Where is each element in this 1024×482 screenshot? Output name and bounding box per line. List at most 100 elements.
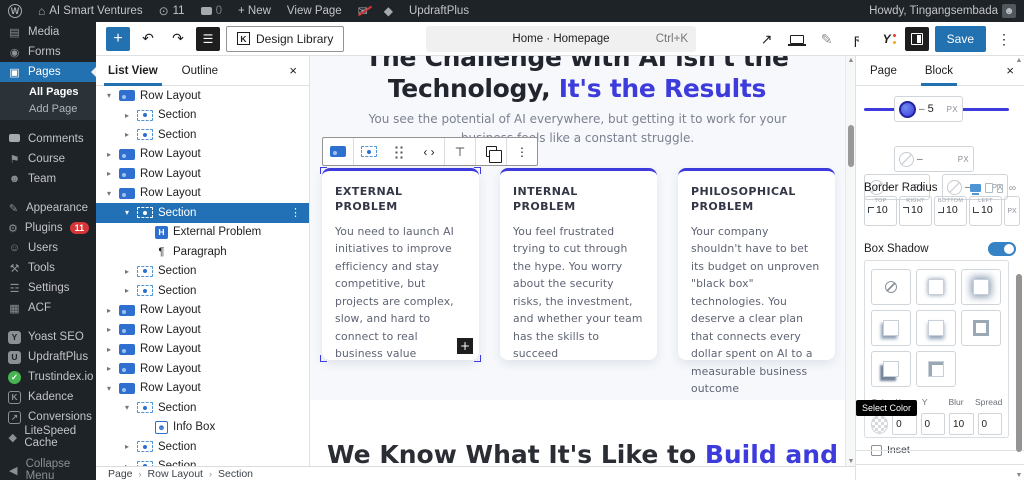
list-item-row-layout[interactable]: ▸Row Layout: [96, 145, 309, 165]
sidebar-item-comments[interactable]: Comments: [0, 129, 96, 149]
chevron-right-icon[interactable]: ▸: [122, 111, 132, 120]
item-options-icon[interactable]: ⋮: [288, 206, 303, 219]
shadow-preset-bottom[interactable]: [916, 310, 956, 346]
selection-handle[interactable]: [320, 355, 327, 362]
list-item-info-box[interactable]: ☻Info Box: [96, 418, 309, 438]
sidebar-item-trustindex-io[interactable]: ✓Trustindex.io: [0, 367, 96, 387]
sidebar-item-acf[interactable]: ▦ACF: [0, 298, 96, 318]
shadow-value-input-0[interactable]: 0: [892, 413, 916, 435]
sidebar-item-users[interactable]: ☺Users: [0, 238, 96, 258]
sidebar-item-plugins[interactable]: ⚙Plugins11: [0, 218, 96, 238]
list-item-section[interactable]: ▸Section: [96, 281, 309, 301]
list-item-section[interactable]: ▸Section: [96, 106, 309, 126]
sidebar-item-settings[interactable]: ☲Settings: [0, 278, 96, 298]
drag-handle[interactable]: [384, 138, 414, 165]
border-width-input[interactable]: 5: [928, 103, 944, 115]
shadow-preset-inset-corner[interactable]: [916, 351, 956, 387]
undo-button[interactable]: ↶: [136, 27, 160, 51]
scroll-down-icon[interactable]: ▼: [846, 458, 855, 465]
chevron-right-icon[interactable]: ▸: [122, 267, 132, 276]
selection-handle[interactable]: [320, 167, 327, 174]
shadow-color-swatch[interactable]: [871, 415, 888, 434]
chevron-right-icon[interactable]: ▸: [104, 325, 114, 334]
row-layout-parent-button[interactable]: [323, 138, 353, 165]
yoast-seo-icon[interactable]: Y: [875, 27, 899, 51]
sidebar-item-course[interactable]: ⚑Course: [0, 149, 96, 169]
sidebar-item-pages[interactable]: ▣Pages: [0, 62, 96, 82]
shadow-preset-none[interactable]: [871, 269, 911, 305]
radius-left-input[interactable]: LEFT10: [969, 196, 1002, 226]
external-link-icon[interactable]: ↗: [755, 27, 779, 51]
problem-card-1[interactable]: EXTERNAL PROBLEMYou need to launch AI in…: [322, 168, 479, 360]
sidebar-item-appearance[interactable]: ✎Appearance: [0, 198, 96, 218]
breadcrumb-section[interactable]: Section: [218, 468, 253, 480]
shadow-value-input-1[interactable]: 0: [921, 413, 945, 435]
list-item-section[interactable]: ▸Section: [96, 125, 309, 145]
litespeed-menu[interactable]: ◆: [376, 0, 401, 22]
tab-outline[interactable]: Outline: [170, 56, 230, 85]
inspector-scroll-down-icon[interactable]: ▼: [1015, 472, 1023, 479]
updates-menu[interactable]: ⊙11: [151, 0, 193, 22]
shadow-preset-large[interactable]: [961, 269, 1001, 305]
radius-right-input[interactable]: RIGHT10: [899, 196, 932, 226]
inspector-scroll-up-icon[interactable]: ▲: [1015, 57, 1023, 64]
block-inserter-button[interactable]: +: [106, 27, 130, 51]
list-item-row-layout[interactable]: ▾Row Layout: [96, 379, 309, 399]
chevron-right-icon[interactable]: ▸: [122, 286, 132, 295]
desktop-icon[interactable]: [970, 184, 981, 192]
list-item-section[interactable]: ▾Section⋮: [96, 203, 309, 223]
copy-styles-button[interactable]: [476, 138, 506, 165]
preview-button[interactable]: [785, 27, 809, 51]
sidebar-item-kadence[interactable]: KKadence: [0, 387, 96, 407]
shadow-preset-soft[interactable]: [916, 269, 956, 305]
sidebar-item-yoast-seo[interactable]: YYoast SEO: [0, 327, 96, 347]
editor-canvas[interactable]: The Challenge with AI isn't the Technolo…: [310, 56, 855, 466]
problem-card-2[interactable]: INTERNAL PROBLEMYou feel frustrated tryi…: [500, 168, 657, 360]
list-item-row-layout[interactable]: ▾Row Layout: [96, 184, 309, 204]
options-menu-button[interactable]: ⋮: [992, 27, 1016, 51]
list-item-row-layout[interactable]: ▸Row Layout: [96, 301, 309, 321]
wp-logo-menu[interactable]: W: [0, 0, 30, 22]
canvas-scrollbar[interactable]: ▲ ▼: [845, 56, 855, 466]
chevron-down-icon[interactable]: ▾: [104, 384, 114, 393]
chevron-down-icon[interactable]: ▾: [122, 403, 132, 412]
shadow-value-input-3[interactable]: 0: [978, 413, 1002, 435]
page-heading[interactable]: The Challenge with AI isn't the Technolo…: [322, 56, 832, 105]
chevron-down-icon[interactable]: ▾: [104, 189, 114, 198]
breadcrumb-row-layout[interactable]: Row Layout: [148, 468, 203, 480]
list-item-row-layout[interactable]: ▸Row Layout: [96, 340, 309, 360]
scrollbar-thumb[interactable]: [848, 125, 854, 167]
chevron-right-icon[interactable]: ▸: [122, 130, 132, 139]
mailchimp-menu[interactable]: ✉: [350, 0, 376, 22]
list-item-external-problem[interactable]: HExternal Problem: [96, 223, 309, 243]
shadow-preset-bottom-left[interactable]: [871, 310, 911, 346]
chevron-down-icon[interactable]: ▾: [104, 91, 114, 100]
inspector-tab-page[interactable]: Page: [856, 56, 911, 85]
list-item-section[interactable]: ▸Section: [96, 262, 309, 282]
block-options-button[interactable]: ⋮: [507, 138, 537, 165]
collapse-menu-button[interactable]: ◀Collapse Menu: [0, 460, 96, 480]
sidebar-item-conversions[interactable]: ↗Conversions: [0, 407, 96, 427]
sidebar-item-media[interactable]: ▤Media: [0, 22, 96, 42]
view-page-menu[interactable]: View Page: [279, 0, 350, 22]
selection-handle[interactable]: [474, 355, 481, 362]
edit-page-icon[interactable]: ✎: [815, 27, 839, 51]
chevron-right-icon[interactable]: ▸: [104, 150, 114, 159]
problem-card-3[interactable]: PHILOSOPHICAL PROBLEMYour company should…: [678, 168, 835, 360]
updraft-menu[interactable]: UpdraftPlus: [401, 0, 477, 22]
sidebar-item-litespeed-cache[interactable]: ◆LiteSpeed Cache: [0, 427, 96, 447]
chevron-right-icon[interactable]: ▸: [104, 364, 114, 373]
sidebar-item-updraftplus[interactable]: UUpdraftPlus: [0, 347, 96, 367]
list-item-section[interactable]: ▸Section: [96, 457, 309, 467]
settings-sidebar-toggle[interactable]: [905, 27, 929, 51]
inspector-tab-block[interactable]: Block: [911, 56, 967, 85]
box-shadow-toggle[interactable]: [988, 242, 1016, 256]
vertical-align-button[interactable]: ⊤: [445, 138, 475, 165]
speed-icon[interactable]: ϝ: [845, 27, 869, 51]
selection-handle[interactable]: [474, 167, 481, 174]
design-library-button[interactable]: K Design Library: [226, 26, 344, 52]
redo-button[interactable]: ↷: [166, 27, 190, 51]
border-color-swatch[interactable]: [899, 101, 916, 118]
list-item-row-layout[interactable]: ▾Row Layout: [96, 86, 309, 106]
list-item-row-layout[interactable]: ▸Row Layout: [96, 320, 309, 340]
